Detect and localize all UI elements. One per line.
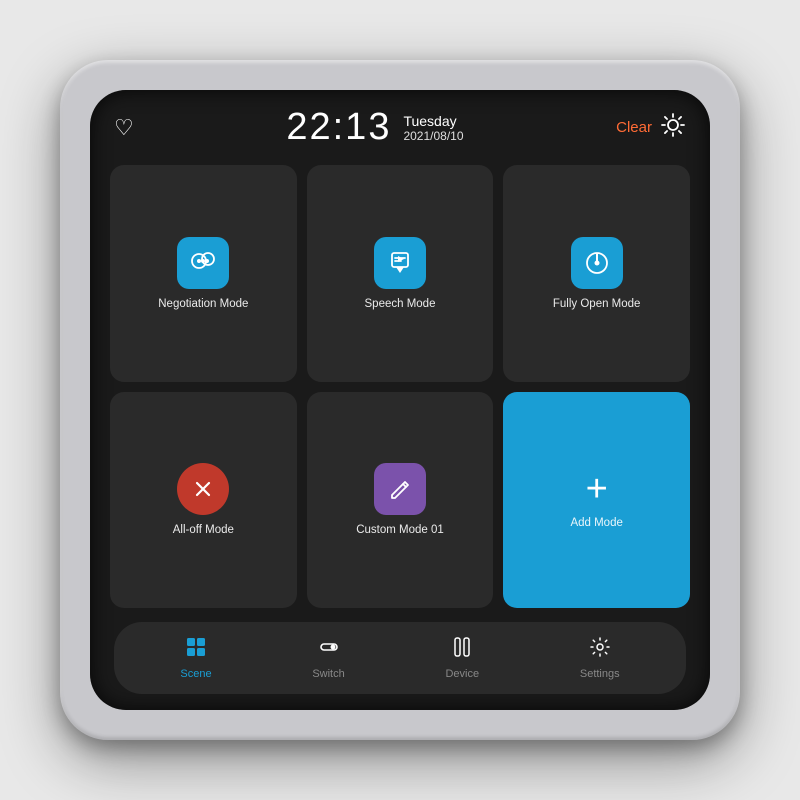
negotiation-mode-label: Negotiation Mode [158,297,248,312]
mode-grid: Negotiation Mode Speech [110,165,690,608]
device-frame: ♡ 22:13 Tuesday 2021/08/10 Clear [60,60,740,740]
time-block: 22:13 Tuesday 2021/08/10 [286,106,463,149]
nav-scene[interactable]: Scene [168,632,223,684]
speech-mode-label: Speech Mode [365,297,436,312]
scene-label: Scene [180,668,211,680]
settings-label: Settings [580,668,620,680]
device-label: Device [445,668,479,680]
screen-container: ♡ 22:13 Tuesday 2021/08/10 Clear [90,90,710,710]
custom-mode-tile[interactable]: Custom Mode 01 [307,392,494,609]
nav-switch[interactable]: Switch [300,632,356,684]
nav-settings[interactable]: Settings [568,632,632,684]
device-icon [451,636,473,664]
speech-mode-icon [374,237,426,289]
heart-icon: ♡ [114,117,134,139]
fully-open-mode-icon [571,237,623,289]
add-mode-plus-icon: + [586,470,608,508]
fully-open-mode-tile[interactable]: Fully Open Mode [503,165,690,382]
bottom-navigation: Scene Switch [114,622,686,694]
negotiation-mode-tile[interactable]: Negotiation Mode [110,165,297,382]
custom-mode-label: Custom Mode 01 [356,523,444,538]
weather-label: Clear [616,119,652,136]
date-string: 2021/08/10 [403,129,463,143]
all-off-mode-tile[interactable]: All-off Mode [110,392,297,609]
switch-icon [318,636,340,664]
weather-block: Clear [616,112,686,144]
scene-icon [185,636,207,664]
nav-device[interactable]: Device [433,632,491,684]
settings-icon [589,636,611,664]
status-header: ♡ 22:13 Tuesday 2021/08/10 Clear [110,106,690,149]
all-off-mode-label: All-off Mode [173,523,234,538]
fully-open-mode-label: Fully Open Mode [553,297,641,312]
custom-mode-icon [374,463,426,515]
add-mode-tile[interactable]: + Add Mode [503,392,690,609]
clock-display: 22:13 [286,106,391,149]
add-mode-label: Add Mode [570,516,622,531]
speech-mode-tile[interactable]: Speech Mode [307,165,494,382]
day-name: Tuesday [403,113,463,129]
date-block: Tuesday 2021/08/10 [403,113,463,143]
sun-icon [660,112,686,144]
negotiation-mode-icon [177,237,229,289]
switch-label: Switch [312,668,344,680]
main-screen: ♡ 22:13 Tuesday 2021/08/10 Clear [90,90,710,710]
all-off-mode-icon [177,463,229,515]
